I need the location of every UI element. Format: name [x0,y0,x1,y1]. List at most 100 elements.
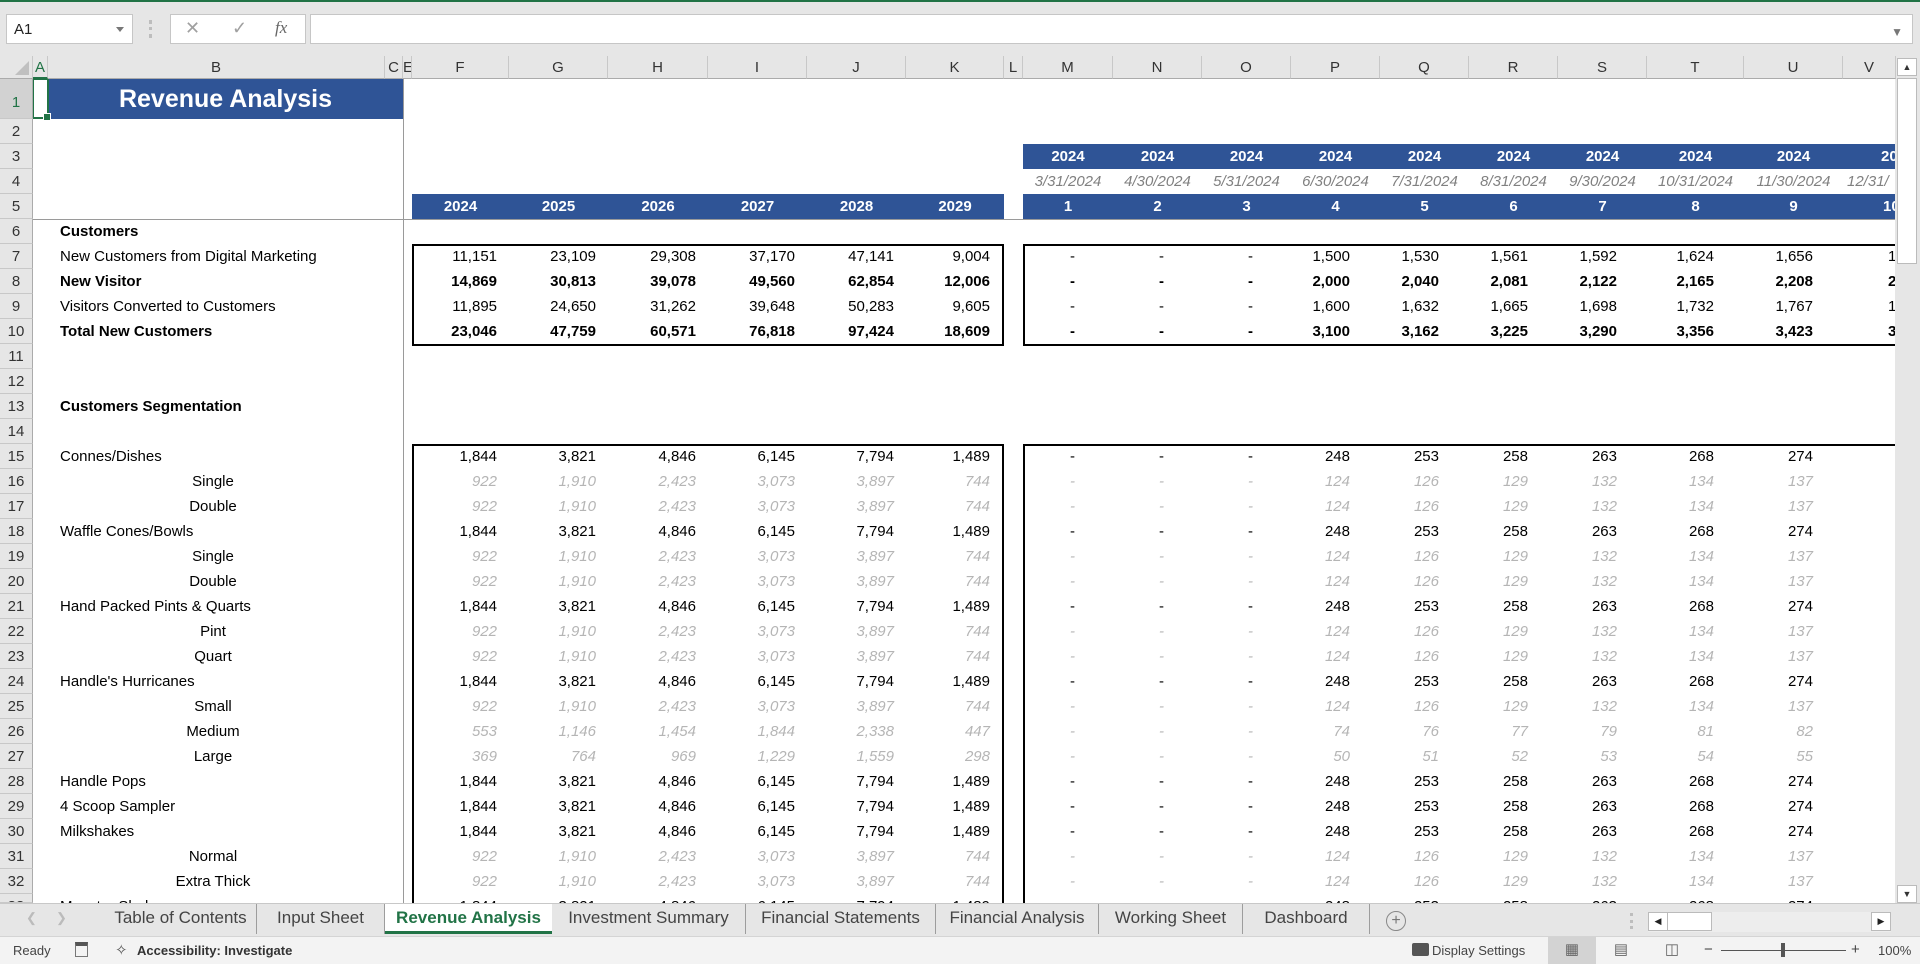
monthly-value-cell[interactable]: - [1023,769,1113,794]
annual-value-cell[interactable]: 2,423 [608,694,708,719]
annual-value-cell[interactable]: 7,794 [807,769,906,794]
column-header-E[interactable]: E [403,56,412,79]
worksheet-grid[interactable]: Revenue Analysis 2024 2025 2026 2027 2028 202… [33,79,1895,903]
monthly-year-header[interactable]: 2024 [1291,144,1380,169]
annual-value-cell[interactable]: 7,794 [807,444,906,469]
annual-year-header[interactable]: 2024 [412,194,509,219]
annual-value-cell[interactable]: 1,910 [509,544,608,569]
monthly-value-cell[interactable]: - [1023,594,1113,619]
row-label[interactable]: Handle Pops [60,769,400,794]
accessibility-status[interactable]: Accessibility: Investigate [137,943,292,958]
annual-value-cell[interactable]: 3,821 [509,444,608,469]
row-label[interactable]: Connes/Dishes [60,444,400,469]
monthly-value-cell[interactable]: 248 [1291,594,1380,619]
row-header-11[interactable]: 11 [0,344,33,369]
annual-value-cell[interactable]: 922 [412,469,509,494]
monthly-value-cell[interactable] [1843,669,1895,694]
monthly-value-cell[interactable]: 137 [1744,844,1843,869]
annual-value-cell[interactable]: 47,759 [509,319,608,344]
annual-value-cell[interactable]: 922 [412,544,509,569]
monthly-value-cell[interactable]: 129 [1469,569,1558,594]
column-header-P[interactable]: P [1291,56,1380,79]
row-label[interactable]: Medium [48,719,378,744]
monthly-value-cell[interactable]: 3 [1843,319,1895,344]
monthly-value-cell[interactable]: 129 [1469,694,1558,719]
name-box[interactable]: A1 [6,14,133,44]
monthly-date-header[interactable]: 9/30/2024 [1558,169,1647,194]
monthly-value-cell[interactable]: 134 [1647,869,1744,894]
row-header-8[interactable]: 8 [0,269,33,294]
annual-value-cell[interactable]: 4,846 [608,819,708,844]
monthly-value-cell[interactable]: - [1023,619,1113,644]
monthly-value-cell[interactable]: 134 [1647,644,1744,669]
row-label[interactable]: Handle's Hurricanes [60,669,400,694]
monthly-value-cell[interactable]: - [1113,494,1202,519]
monthly-value-cell[interactable]: 248 [1291,894,1380,903]
annual-value-cell[interactable]: 3,073 [708,494,807,519]
horizontal-scrollbar[interactable]: ◀ ▶ [1648,912,1891,932]
scroll-left-button[interactable]: ◀ [1648,912,1668,931]
monthly-value-cell[interactable]: 137 [1744,469,1843,494]
column-header-C[interactable]: C [385,56,403,79]
annual-value-cell[interactable]: 3,821 [509,669,608,694]
monthly-value-cell[interactable]: 3,423 [1744,319,1843,344]
monthly-value-cell[interactable]: 263 [1558,594,1647,619]
annual-value-cell[interactable]: 1,489 [906,519,1004,544]
zoom-slider-thumb[interactable] [1781,943,1785,957]
row-header-20[interactable]: 20 [0,569,33,594]
annual-value-cell[interactable]: 1,229 [708,744,807,769]
row-header-21[interactable]: 21 [0,594,33,619]
annual-value-cell[interactable]: 23,109 [509,244,608,269]
monthly-value-cell[interactable]: 1,632 [1380,294,1469,319]
annual-value-cell[interactable]: 50,283 [807,294,906,319]
row-header-3[interactable]: 3 [0,144,33,169]
monthly-value-cell[interactable]: 1,600 [1291,294,1380,319]
column-header-R[interactable]: R [1469,56,1558,79]
monthly-value-cell[interactable]: 258 [1469,819,1558,844]
monthly-value-cell[interactable]: 258 [1469,519,1558,544]
monthly-value-cell[interactable]: 124 [1291,494,1380,519]
row-label[interactable]: Double [48,494,378,519]
annual-value-cell[interactable]: 1,910 [509,469,608,494]
row-header-33[interactable]: 33 [0,894,33,903]
monthly-date-header[interactable]: 6/30/2024 [1291,169,1380,194]
annual-value-cell[interactable]: 922 [412,494,509,519]
annual-value-cell[interactable]: 4,846 [608,669,708,694]
monthly-value-cell[interactable]: - [1113,844,1202,869]
monthly-value-cell[interactable]: 126 [1380,544,1469,569]
column-header-U[interactable]: U [1744,56,1843,79]
monthly-value-cell[interactable]: 134 [1647,619,1744,644]
monthly-value-cell[interactable]: - [1113,794,1202,819]
monthly-value-cell[interactable]: - [1023,669,1113,694]
monthly-value-cell[interactable]: - [1202,869,1291,894]
row-label[interactable]: 4 Scoop Sampler [60,794,400,819]
monthly-year-header[interactable]: 202 [1843,144,1895,169]
monthly-value-cell[interactable]: 258 [1469,894,1558,903]
monthly-value-cell[interactable]: 3,100 [1291,319,1380,344]
row-header-27[interactable]: 27 [0,744,33,769]
annual-value-cell[interactable]: 7,794 [807,519,906,544]
annual-value-cell[interactable]: 3,897 [807,569,906,594]
insert-function-icon[interactable]: fx [275,18,287,38]
monthly-value-cell[interactable]: 2,122 [1558,269,1647,294]
monthly-value-cell[interactable]: 253 [1380,519,1469,544]
annual-value-cell[interactable]: 6,145 [708,444,807,469]
annual-value-cell[interactable]: 298 [906,744,1004,769]
monthly-value-cell[interactable]: - [1023,869,1113,894]
annual-year-header[interactable]: 2026 [608,194,708,219]
monthly-value-cell[interactable]: 253 [1380,894,1469,903]
annual-value-cell[interactable]: 6,145 [708,769,807,794]
monthly-value-cell[interactable]: - [1202,244,1291,269]
annual-value-cell[interactable]: 922 [412,844,509,869]
monthly-date-header[interactable]: 7/31/2024 [1380,169,1469,194]
annual-value-cell[interactable]: 922 [412,569,509,594]
monthly-value-cell[interactable]: 3,356 [1647,319,1744,344]
monthly-value-cell[interactable]: 263 [1558,894,1647,903]
annual-value-cell[interactable]: 60,571 [608,319,708,344]
monthly-value-cell[interactable]: 248 [1291,444,1380,469]
monthly-value-cell[interactable]: - [1202,294,1291,319]
annual-value-cell[interactable]: 1,910 [509,644,608,669]
monthly-value-cell[interactable]: 2,000 [1291,269,1380,294]
monthly-value-cell[interactable]: - [1113,869,1202,894]
monthly-value-cell[interactable] [1843,769,1895,794]
